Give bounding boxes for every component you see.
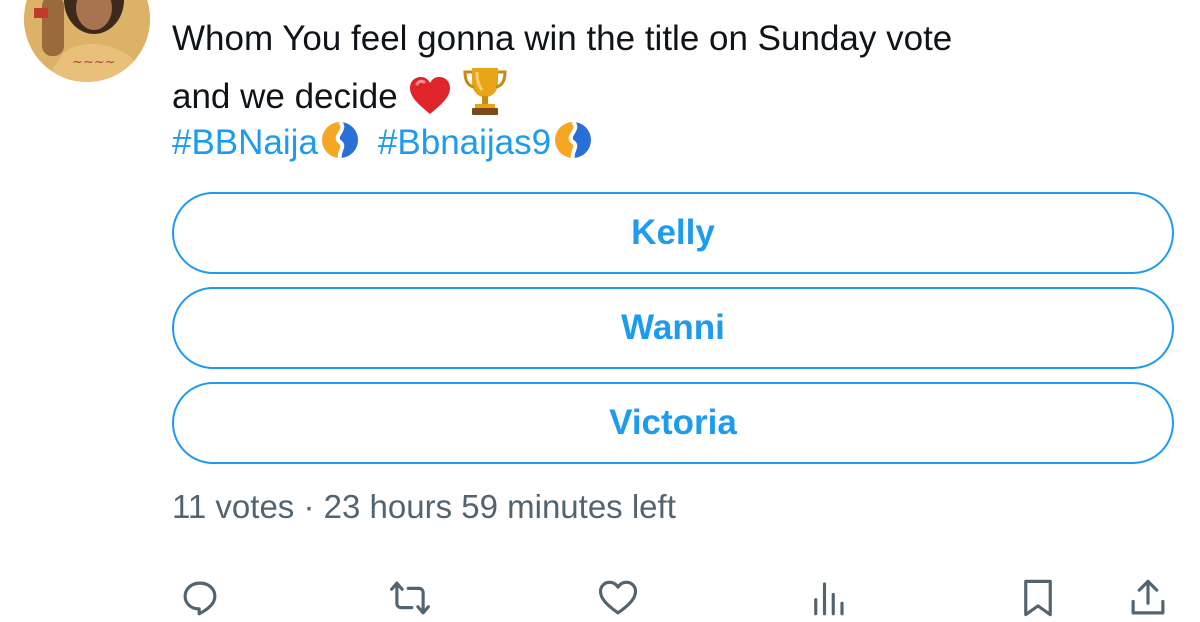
retweet-icon [390, 581, 430, 615]
svg-text:~~~~: ~~~~ [72, 55, 116, 70]
poll-option-kelly[interactable]: Kelly [172, 192, 1174, 274]
like-button[interactable] [594, 574, 642, 622]
tweet-text-line-2-text: and we decide [172, 77, 398, 116]
bookmark-button[interactable] [1014, 574, 1062, 622]
heart-icon [598, 580, 638, 615]
tweet-text-line-1: Whom You feel gonna win the title on Sun… [172, 19, 953, 58]
poll-separator: · [303, 488, 315, 525]
share-icon [1131, 579, 1165, 615]
avatar-image: ~~~~ [24, 0, 150, 82]
poll: Kelly Wanni Victoria [172, 192, 1174, 477]
hashtags: #BBNaija #Bbnaijas9 [172, 118, 611, 174]
hashtag-bbnaijas9[interactable]: #Bbnaijas9 [378, 123, 551, 162]
hashtag-bbnaija[interactable]: #BBNaija [172, 123, 318, 162]
bbnaija-logo-icon [320, 120, 360, 174]
avatar[interactable]: ~~~~ [24, 0, 150, 82]
retweet-button[interactable] [386, 574, 434, 622]
bbnaija-logo-icon [553, 120, 593, 174]
reply-icon [183, 581, 217, 616]
reply-button[interactable] [176, 574, 224, 622]
poll-time-left: 23 hours 59 minutes left [323, 488, 676, 525]
poll-votes: 11 votes [172, 488, 295, 525]
analytics-icon [814, 582, 844, 616]
views-button[interactable] [804, 574, 852, 622]
poll-option-victoria[interactable]: Victoria [172, 382, 1174, 464]
poll-option-wanni[interactable]: Wanni [172, 287, 1174, 369]
bookmark-icon [1024, 579, 1052, 617]
share-button[interactable] [1124, 574, 1172, 622]
poll-meta: 11 votes · 23 hours 59 minutes left [172, 488, 676, 526]
tweet-text: Whom You feel gonna win the title on Sun… [172, 12, 1162, 132]
action-bar [172, 574, 1172, 622]
